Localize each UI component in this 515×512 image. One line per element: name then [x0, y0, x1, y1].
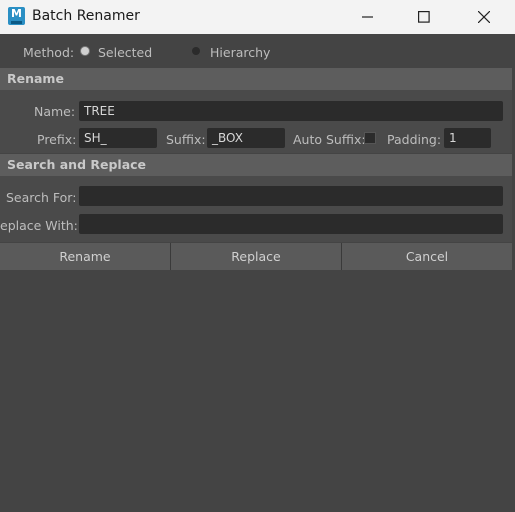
minimize-icon: [362, 16, 373, 18]
replace-with-field[interactable]: [79, 214, 503, 234]
rename-section-header[interactable]: Rename: [0, 68, 512, 90]
method-row: Method: Selected Hierarchy: [0, 34, 515, 67]
radio-selected[interactable]: [81, 47, 89, 55]
replace-with-label: eplace With:: [0, 218, 78, 233]
close-icon: [478, 11, 490, 23]
name-label: Name:: [34, 104, 76, 119]
radio-hierarchy-label[interactable]: Hierarchy: [210, 45, 270, 60]
radio-hierarchy[interactable]: [192, 47, 200, 55]
maya-app-icon: M: [8, 7, 25, 25]
maximize-icon: [418, 11, 430, 23]
auto-suffix-checkbox[interactable]: [364, 132, 376, 144]
name-field[interactable]: TREE: [79, 101, 503, 121]
maximize-button[interactable]: [401, 0, 447, 34]
padding-field[interactable]: 1: [444, 128, 491, 148]
search-for-field[interactable]: [79, 186, 503, 206]
search-replace-section-body: Search For: eplace With:: [0, 176, 512, 242]
suffix-field[interactable]: _BOX: [207, 128, 285, 148]
replace-button[interactable]: Replace: [171, 243, 342, 270]
minimize-button[interactable]: [345, 0, 391, 34]
method-label: Method:: [23, 45, 75, 60]
search-replace-section-header[interactable]: Search and Replace: [0, 154, 512, 176]
app-icon-letter: M: [11, 7, 22, 20]
suffix-label: Suffix:: [166, 132, 206, 147]
search-for-label: Search For:: [6, 190, 77, 205]
close-button[interactable]: [461, 0, 507, 34]
radio-selected-label[interactable]: Selected: [98, 45, 152, 60]
title-bar: M Batch Renamer: [0, 0, 515, 34]
padding-label: Padding:: [387, 132, 442, 147]
prefix-field[interactable]: SH_: [79, 128, 157, 148]
auto-suffix-label: Auto Suffix:: [293, 132, 366, 147]
window-title: Batch Renamer: [32, 8, 140, 24]
prefix-label: Prefix:: [37, 132, 77, 147]
rename-section-body: Name: TREE Prefix: SH_ Suffix: _BOX Auto…: [0, 90, 512, 153]
rename-button[interactable]: Rename: [0, 243, 171, 270]
cancel-button[interactable]: Cancel: [342, 243, 512, 270]
